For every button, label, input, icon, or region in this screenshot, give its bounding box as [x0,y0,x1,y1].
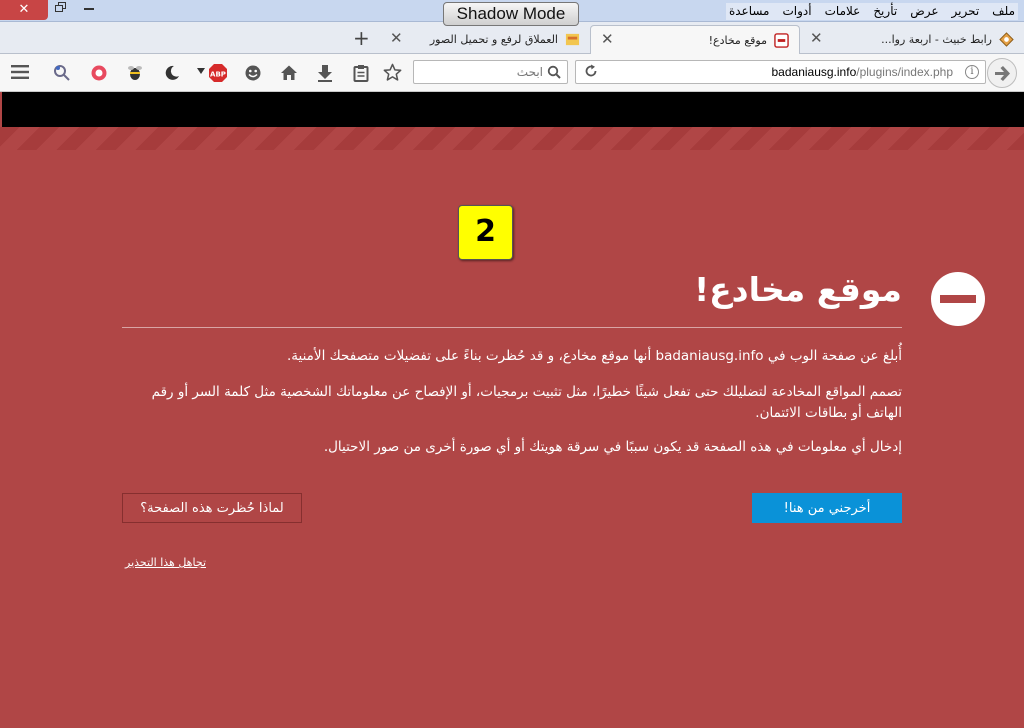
home-icon[interactable] [280,64,298,82]
downloads-icon[interactable] [316,64,334,82]
reload-icon[interactable] [584,64,598,78]
why-blocked-button[interactable]: لماذا حُظرت هذه الصفحة؟ [122,493,302,523]
tab-title: رابط خبيث - اربعة روا... [881,33,992,46]
clipboard-icon[interactable] [352,64,370,82]
warning-paragraph-2: تصمم المواقع المخادعة لتضليلك حتى تفعل ش… [151,384,902,421]
close-tab-icon[interactable]: ✕ [810,29,823,47]
menu-history[interactable]: تأريخ [873,3,897,20]
url-host: badaniausg.info [771,65,857,79]
site-favicon-icon [999,32,1014,47]
extension-circle-icon[interactable] [90,64,108,82]
arrow-right-icon [995,66,1010,81]
black-banner [2,92,1024,127]
site-info-icon[interactable]: i [965,65,979,79]
bookmark-star-icon[interactable] [383,63,402,82]
menu-icon[interactable] [11,65,29,79]
tab-title: العملاق لرفع و تحميل الصور [429,33,558,46]
menu-view[interactable]: عرض [910,3,938,20]
menu-tools[interactable]: أدوات [783,3,812,20]
go-forward-button[interactable] [987,58,1017,88]
shadow-mode-button[interactable]: Shadow Mode [443,2,579,26]
menu-file[interactable]: ملف [992,3,1015,20]
warning-favicon-icon [774,33,789,48]
divider [122,327,902,328]
tab-bar: رابط خبيث - اربعة روا... ✕ موقع مخادع! ✕… [0,22,1024,54]
image-host-favicon-icon [565,33,580,46]
warning-paragraph-1: أُبلغ عن صفحة الوب في badaniausg.info أن… [286,348,902,364]
window-minimize-icon[interactable] [84,8,94,10]
adblock-plus-icon[interactable]: ABP [208,63,228,83]
warning-stripes [0,127,1024,150]
navigation-toolbar: ABP badaniausg.info/plugins/index.php i [0,54,1024,92]
ignore-warning-link[interactable]: تجاهل هذا التحذير [125,556,206,569]
chevron-down-icon[interactable] [197,68,205,74]
search-icon [547,65,561,79]
close-tab-icon[interactable]: ✕ [390,29,403,47]
tab-image-host[interactable]: العملاق لرفع و تحميل الصور ✕ [380,25,590,54]
extension-search-icon[interactable] [53,64,71,82]
adblock-label: ABP [210,71,226,79]
menu-bookmarks[interactable]: علامات [825,3,861,20]
menu-bar: ملف تحرير عرض تأريخ علامات أدوات مساعدة [725,3,1018,20]
get-me-out-button[interactable]: أخرجني من هنا! [752,493,902,523]
close-tab-icon[interactable]: ✕ [601,30,614,48]
menu-edit[interactable]: تحرير [952,3,980,20]
extension-bee-icon[interactable] [126,64,144,82]
step-number-badge: 2 [458,205,513,260]
page-title: موقع مخادع! [694,270,902,309]
tab-malicious-link[interactable]: رابط خبيث - اربعة روا... ✕ [800,25,1024,54]
warning-paragraph-3: إدخال أي معلومات في هذه الصفحة قد يكون س… [323,439,902,455]
new-tab-button[interactable]: + [353,26,370,50]
search-input[interactable] [418,63,543,81]
smiley-icon[interactable] [244,64,262,82]
tab-deceptive-site[interactable]: موقع مخادع! ✕ [590,25,800,54]
window-close-button[interactable]: ✕ [0,0,48,20]
url-text: badaniausg.info/plugins/index.php [772,65,954,79]
night-mode-moon-icon[interactable] [163,64,181,82]
search-box[interactable] [413,60,568,84]
tab-title: موقع مخادع! [708,34,767,47]
url-path: /plugins/index.php [856,65,953,79]
stop-sign-icon [931,272,985,326]
window-restore-icon[interactable] [55,2,71,16]
url-bar[interactable]: badaniausg.info/plugins/index.php i [575,60,986,84]
menu-help[interactable]: مساعدة [729,3,770,20]
